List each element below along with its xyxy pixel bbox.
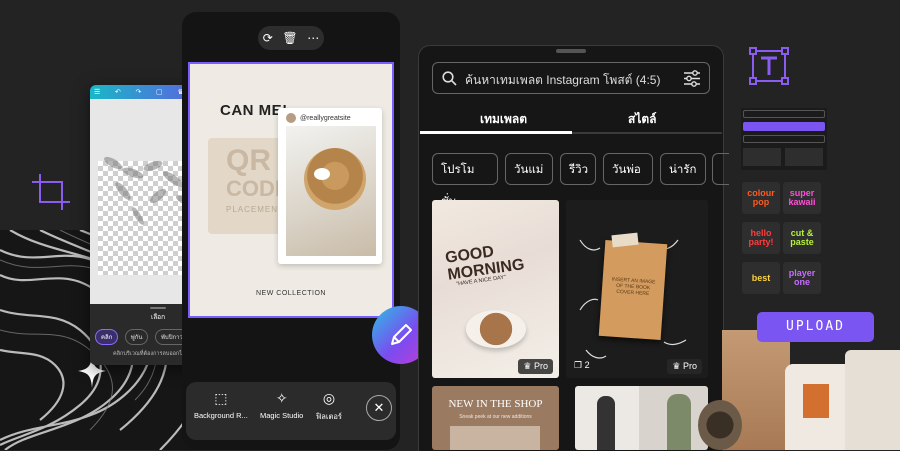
pencil-icon — [391, 324, 412, 345]
badge-label: Pro — [682, 361, 697, 371]
undo-icon[interactable]: ↶ — [115, 89, 121, 96]
straw-hat-image — [304, 148, 366, 210]
more-icon[interactable]: ⋯ — [307, 31, 319, 45]
tool-label: Background R... — [194, 411, 248, 420]
element-toolbar: ⟳ 🗑 ⋯ — [258, 26, 324, 50]
comment-icon[interactable]: ▢ — [156, 89, 163, 96]
sticker-cut-paste[interactable]: cut & paste — [783, 222, 821, 254]
book-cover-placeholder: INSERT AN IMAGE OF THE BOOK COVER HERE — [598, 239, 668, 341]
jar-label — [803, 384, 829, 418]
chip-fathers-day[interactable]: วันพ่อ — [603, 153, 653, 185]
tab-templates[interactable]: เทมเพลต — [480, 110, 527, 129]
coffee-cup-image — [466, 310, 526, 348]
upload-button[interactable]: UPLOAD — [757, 312, 874, 342]
sticker-colour-pop[interactable]: colour pop — [742, 182, 780, 214]
sticker-best[interactable]: best — [742, 262, 780, 294]
magic-studio-icon: ✧ — [275, 390, 288, 406]
card-subtitle: Sneak peek at our new additions — [459, 414, 532, 420]
sticker-super-kawaii[interactable]: super kawaii — [783, 182, 821, 214]
pages-label: 2 — [584, 360, 590, 370]
search-input[interactable]: ค้นหาเทมเพลต Instagram โพสต์ (4:5) — [465, 71, 660, 90]
model-photo — [597, 396, 615, 450]
sticker-hello-party[interactable]: hello party! — [742, 222, 780, 254]
template-card[interactable]: INSERT AN IMAGE OF THE BOOK COVER HERE ❐… — [566, 200, 708, 378]
collection-text: NEW COLLECTION — [255, 290, 326, 297]
sticker-player-one[interactable]: player one — [783, 262, 821, 294]
chip-overflow[interactable] — [712, 153, 729, 185]
rotate-icon[interactable]: ⟳ — [263, 31, 273, 45]
template-card[interactable]: NEW IN THE SHOP Sneak peek at our new ad… — [432, 386, 559, 450]
qr-text: QR — [226, 144, 271, 177]
panel-drag-handle[interactable] — [556, 49, 586, 53]
pro-badge: ♛ Pro — [518, 359, 553, 374]
tab-styles[interactable]: สไตล์ — [628, 110, 657, 129]
filter-button[interactable]: ◎ ฟิลเตอร์ — [316, 390, 342, 423]
crop-icon — [32, 174, 70, 210]
card-title: INSERT AN IMAGE OF THE BOOK COVER HERE — [611, 276, 656, 298]
pro-badge: ♛ Pro — [667, 359, 702, 374]
search-icon — [442, 71, 457, 86]
tool-label: ฟิลเตอร์ — [316, 412, 342, 421]
menu-icon[interactable]: ☰ — [94, 89, 100, 96]
redo-icon[interactable]: ↷ — [136, 89, 142, 96]
filter-sliders-icon[interactable] — [683, 70, 701, 87]
template-card[interactable] — [575, 386, 708, 450]
option-pills: คลิก พู่กัน พับปิกาวร์ — [95, 326, 194, 345]
active-tab-indicator — [420, 131, 572, 134]
magic-studio-button[interactable]: ✧ Magic Studio — [260, 390, 303, 420]
mini-tile[interactable] — [785, 148, 823, 166]
background-remover-button[interactable]: ⬚ Background R... — [194, 390, 248, 420]
tool-label: Magic Studio — [260, 411, 304, 420]
search-field[interactable]: ค้นหาเทมเพลต Instagram โพสต์ (4:5) — [432, 62, 710, 94]
mini-search[interactable] — [743, 110, 825, 118]
mini-magic-write[interactable] — [743, 135, 825, 143]
option-click[interactable]: คลิก — [95, 329, 119, 345]
flower-image — [314, 168, 330, 180]
chip-review[interactable]: รีวิว — [560, 153, 596, 185]
design-canvas[interactable]: CAN ME! QR CODE PLACEMENT @reallygreatsi… — [188, 62, 394, 318]
filter-icon: ◎ — [322, 390, 336, 406]
tape-roll-image — [698, 400, 742, 450]
trash-icon[interactable]: 🗑 — [282, 31, 297, 45]
bottle-image — [845, 350, 900, 450]
hat-photo — [286, 126, 376, 256]
social-handle: @reallygreatsite — [300, 115, 351, 122]
option-brush[interactable]: พู่กัน — [124, 329, 149, 345]
avatar — [286, 113, 296, 123]
pages-count: ❐ 2 — [574, 360, 590, 370]
template-card[interactable]: GOOD MORNING "HAVE A NICE DAY" ♛ Pro — [432, 200, 559, 378]
close-button[interactable]: ✕ — [366, 395, 392, 421]
background-remover-icon: ⬚ — [214, 390, 228, 406]
candle-jar-image — [785, 364, 853, 450]
chip-promotion[interactable]: โปรโมชั่น — [432, 153, 498, 208]
clothing-photo — [667, 394, 691, 450]
sheet-handle[interactable] — [150, 307, 166, 309]
card-title: NEW IN THE SHOP — [448, 398, 543, 410]
chip-mothers-day[interactable]: วันแม่ — [505, 153, 553, 185]
mini-add-text-button[interactable] — [743, 122, 825, 131]
mini-text-panel — [741, 108, 827, 170]
bottom-toolbar: ⬚ Background R... ✧ Magic Studio ◎ ฟิลเต… — [186, 382, 396, 440]
chip-cute[interactable]: น่ารัก — [660, 153, 706, 185]
text-tool-icon — [749, 47, 789, 85]
mini-tile[interactable] — [743, 148, 781, 166]
placement-text: PLACEMENT — [226, 205, 284, 214]
badge-label: Pro — [533, 361, 548, 371]
product-image — [450, 426, 540, 450]
